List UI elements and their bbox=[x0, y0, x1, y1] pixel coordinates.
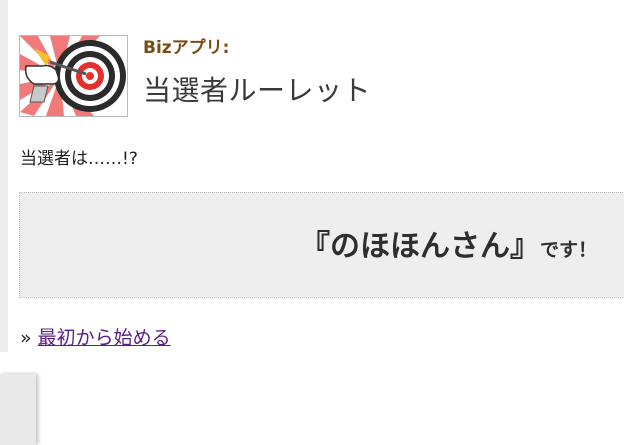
restart-link[interactable]: 最初から始める bbox=[38, 327, 171, 349]
page-title: 当選者ルーレット bbox=[143, 74, 372, 107]
page: Bizアプリ: 当選者ルーレット 当選者は……!? 『のほほんさん』です！ » … bbox=[0, 0, 624, 445]
bottom-panel bbox=[0, 374, 36, 445]
winner-name: 『のほほんさん』 bbox=[300, 229, 540, 264]
app-category-label: Bizアプリ: bbox=[143, 38, 230, 58]
result-text: 『のほほんさん』です！ bbox=[300, 221, 597, 265]
restart-row: » 最初から始める bbox=[20, 323, 171, 350]
restart-prefix: » bbox=[20, 327, 32, 349]
winner-suffix: です！ bbox=[540, 239, 598, 261]
question-text: 当選者は……!? bbox=[20, 149, 138, 169]
app-content: Bizアプリ: 当選者ルーレット 当選者は……!? 『のほほんさん』です！ » … bbox=[0, 0, 624, 352]
dartboard-hand-icon bbox=[19, 35, 128, 117]
result-box: 『のほほんさん』です！ bbox=[19, 192, 624, 298]
